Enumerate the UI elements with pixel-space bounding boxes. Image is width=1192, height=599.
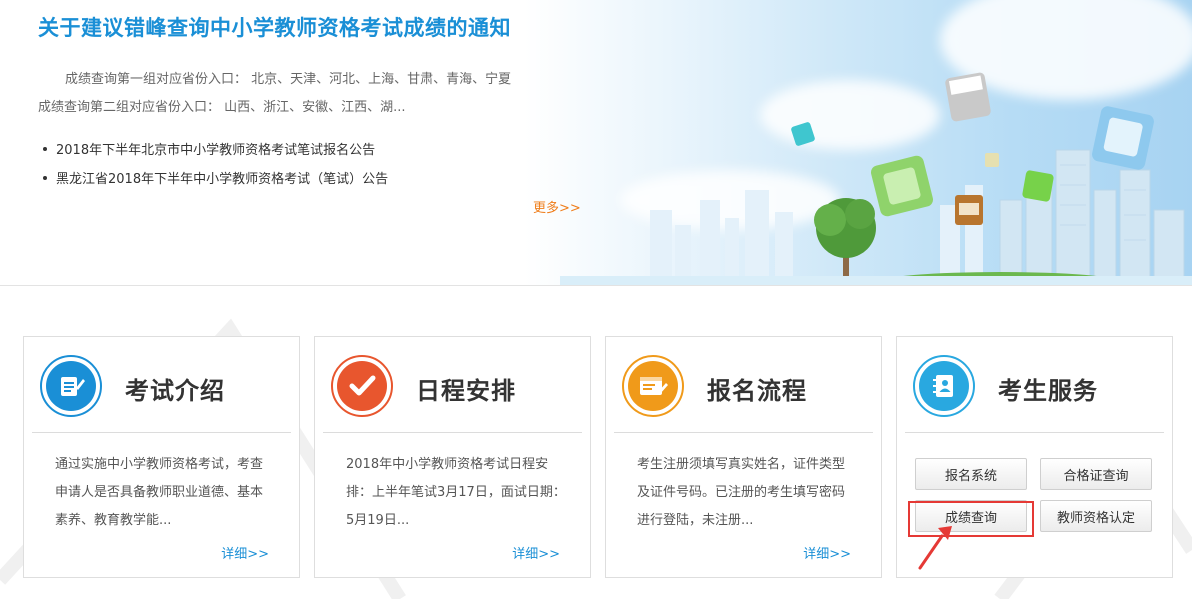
card-registration-process: 报名流程 考生注册须填写真实姓名，证件类型及证件号码。已注册的考生填写密码进行登… <box>605 336 882 578</box>
checkmark-icon <box>337 361 387 411</box>
card-icon-ring <box>622 355 684 417</box>
card-title[interactable]: 日程安排 <box>416 371 516 406</box>
notice-description: 成绩查询第一组对应省份入口： 北京、天津、河北、上海、甘肃、青海、宁夏 成绩查询… <box>38 66 568 122</box>
city-illustration <box>650 72 1185 286</box>
detail-link[interactable]: 详细>> <box>221 543 269 562</box>
card-header: 考试介绍 <box>24 337 299 432</box>
card-icon-ring <box>331 355 393 417</box>
card-header: 报名流程 <box>606 337 881 432</box>
notice-title[interactable]: 关于建议错峰查询中小学教师资格考试成绩的通知 <box>38 12 511 42</box>
card-title[interactable]: 报名流程 <box>707 371 807 406</box>
card-description: 2018年中小学教师资格考试日程安排：上半年笔试3月17日，面试日期：5月19日… <box>346 457 566 528</box>
notice-desc-line-2: 成绩查询第二组对应省份入口： 山西、浙江、安徽、江西、湖... <box>38 100 406 115</box>
card-icon-ring <box>913 355 975 417</box>
form-edit-icon <box>628 361 678 411</box>
card-title[interactable]: 考试介绍 <box>125 371 225 406</box>
detail-link[interactable]: 详细>> <box>512 543 560 562</box>
card-exam-intro: 考试介绍 通过实施中小学教师资格考试，考查申请人是否具备教师职业道德、基本素养、… <box>23 336 300 578</box>
registration-system-button[interactable]: 报名系统 <box>915 458 1027 490</box>
card-icon-ring <box>40 355 102 417</box>
card-schedule: 日程安排 2018年中小学教师资格考试日程安排：上半年笔试3月17日，面试日期：… <box>314 336 591 578</box>
contact-book-icon <box>919 361 969 411</box>
card-divider <box>32 432 291 433</box>
card-description: 通过实施中小学教师资格考试，考查申请人是否具备教师职业道德、基本素养、教育教学能… <box>55 457 264 528</box>
certificate-query-button[interactable]: 合格证查询 <box>1040 458 1152 490</box>
card-divider <box>323 432 582 433</box>
news-item[interactable]: 2018年下半年北京市中小学教师资格考试笔试报名公告 <box>38 136 388 165</box>
news-item[interactable]: 黑龙江省2018年下半年中小学教师资格考试（笔试）公告 <box>38 165 388 194</box>
news-list: 2018年下半年北京市中小学教师资格考试笔试报名公告 黑龙江省2018年下半年中… <box>38 136 388 194</box>
more-link[interactable]: 更多>> <box>533 197 581 216</box>
document-pen-icon <box>46 361 96 411</box>
card-header: 考生服务 <box>897 337 1172 432</box>
news-item-label: 2018年下半年北京市中小学教师资格考试笔试报名公告 <box>56 143 376 158</box>
score-query-button[interactable]: 成绩查询 <box>915 500 1027 532</box>
teacher-qualification-button[interactable]: 教师资格认定 <box>1040 500 1152 532</box>
bullet-icon <box>43 147 47 151</box>
card-description: 考生注册须填写真实姓名，证件类型及证件号码。已注册的考生填写密码进行登陆，未注册… <box>637 457 846 528</box>
card-candidate-services: 考生服务 <box>896 336 1173 578</box>
banner-divider <box>0 285 1192 286</box>
card-divider <box>614 432 873 433</box>
card-title[interactable]: 考生服务 <box>998 371 1098 406</box>
card-divider <box>905 432 1164 433</box>
bullet-icon <box>43 176 47 180</box>
news-item-label: 黑龙江省2018年下半年中小学教师资格考试（笔试）公告 <box>56 172 389 187</box>
notice-desc-line-1: 成绩查询第一组对应省份入口： 北京、天津、河北、上海、甘肃、青海、宁夏 <box>65 72 512 87</box>
card-header: 日程安排 <box>315 337 590 432</box>
detail-link[interactable]: 详细>> <box>803 543 851 562</box>
